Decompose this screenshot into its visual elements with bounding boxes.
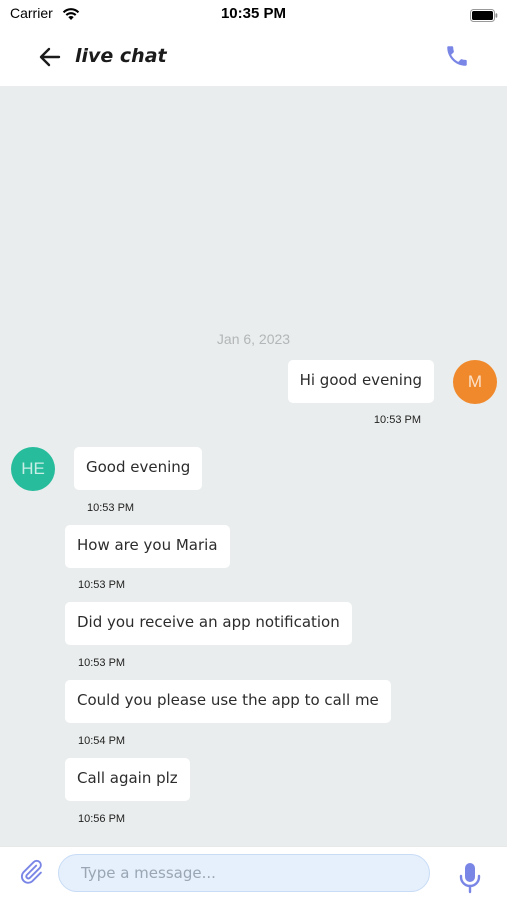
- battery-icon: [470, 7, 498, 22]
- arrow-left-icon: [39, 47, 61, 67]
- avatar-initials: HE: [21, 459, 45, 478]
- message-text: Call again plz: [77, 769, 178, 787]
- message-time: 10:53 PM: [78, 579, 126, 591]
- message-text: Did you receive an app notification: [77, 613, 340, 631]
- avatar: HE: [11, 447, 55, 491]
- page-title: live chat: [75, 45, 167, 67]
- chat-header: live chat: [0, 30, 507, 86]
- message-time: 10:56 PM: [78, 813, 126, 825]
- message-bubble-outgoing[interactable]: Hi good evening: [287, 360, 434, 403]
- chat-messages-area[interactable]: Jan 6, 2023 M Hi good evening 10:53 PM H…: [0, 86, 507, 846]
- microphone-icon: [459, 863, 481, 894]
- paperclip-icon: [20, 859, 42, 884]
- message-time: 10:54 PM: [78, 735, 126, 747]
- avatar: M: [453, 360, 497, 404]
- mic-button[interactable]: [457, 861, 483, 895]
- phone-icon: [447, 46, 467, 66]
- status-time: 10:35 PM: [220, 5, 287, 22]
- back-button[interactable]: [36, 44, 64, 70]
- message-time: 10:53 PM: [78, 657, 126, 669]
- date-separator: Jan 6, 2023: [216, 331, 291, 347]
- message-text: Hi good evening: [299, 371, 422, 389]
- message-bubble-incoming[interactable]: Good evening: [74, 447, 203, 490]
- message-bubble-incoming[interactable]: Could you please use the app to call me: [65, 680, 391, 723]
- message-time: 10:53 PM: [87, 502, 135, 514]
- message-text: Good evening: [86, 458, 191, 476]
- message-text: Could you please use the app to call me: [77, 691, 379, 709]
- message-input[interactable]: [58, 854, 430, 892]
- message-bubble-incoming[interactable]: Call again plz: [65, 758, 190, 801]
- attach-button[interactable]: [16, 857, 46, 887]
- status-bar: Carrier 10:35 PM: [0, 0, 507, 30]
- avatar-initials: M: [467, 372, 483, 391]
- message-text: How are you Maria: [77, 536, 218, 554]
- call-button[interactable]: [443, 42, 471, 70]
- message-bubble-incoming[interactable]: Did you receive an app notification: [65, 602, 352, 645]
- message-composer: [0, 846, 507, 901]
- message-time: 10:53 PM: [373, 414, 421, 426]
- message-bubble-incoming[interactable]: How are you Maria: [65, 525, 230, 568]
